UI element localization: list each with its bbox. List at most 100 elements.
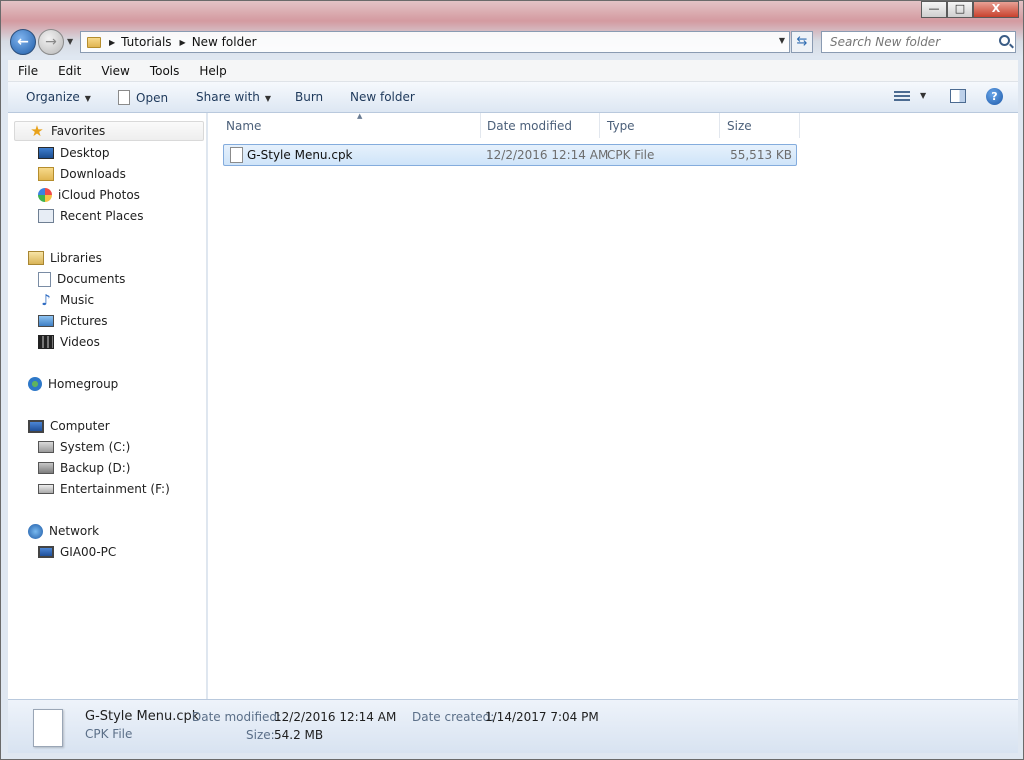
breadcrumb-tutorials[interactable]: Tutorials [121, 35, 171, 49]
menu-help[interactable]: Help [189, 64, 236, 78]
nav-item-label: Entertainment (F:) [60, 482, 170, 496]
nav-downloads[interactable]: Downloads [38, 164, 126, 184]
hard-drive-icon [38, 462, 54, 474]
nav-icloud-photos[interactable]: iCloud Photos [38, 185, 140, 205]
nav-music[interactable]: ♪ Music [38, 290, 94, 310]
organize-button[interactable]: Organize ▼ [26, 90, 91, 104]
forward-button[interactable]: → [38, 29, 64, 55]
music-note-icon: ♪ [41, 291, 51, 309]
file-icon [230, 147, 243, 163]
nav-group-label: Homegroup [48, 377, 119, 391]
document-icon [33, 709, 63, 747]
nav-pictures[interactable]: Pictures [38, 311, 108, 331]
computer-icon [28, 419, 44, 433]
nav-item-label: iCloud Photos [58, 188, 140, 202]
details-filename: G-Style Menu.cpk [85, 709, 200, 724]
details-size-label: Size: [246, 728, 275, 742]
nav-item-label: Videos [60, 335, 100, 349]
menu-edit[interactable]: Edit [48, 64, 91, 78]
film-strip-icon [38, 335, 54, 349]
navigation-pane: ★ Favorites Desktop Downloads iCloud Pho… [8, 113, 207, 699]
column-header-date-modified[interactable]: Date modified [480, 113, 600, 138]
file-list: ▲ Name Date modified Type Size G-Style M… [208, 112, 1018, 699]
folder-icon [87, 36, 101, 48]
change-view-icon[interactable] [894, 91, 910, 103]
nav-group-label: Network [49, 524, 100, 538]
address-history-dropdown-icon[interactable]: ▼ [779, 36, 785, 45]
nav-favorites-label: Favorites [51, 124, 106, 138]
open-label: Open [136, 91, 169, 105]
breadcrumb-chevron-icon[interactable]: ▶ [109, 38, 115, 47]
new-folder-button[interactable]: New folder [350, 90, 415, 104]
open-button[interactable]: Open [118, 90, 168, 105]
nav-network[interactable]: Network [28, 521, 99, 541]
nav-videos[interactable]: Videos [38, 332, 100, 352]
view-options-chevron-icon[interactable]: ▼ [920, 91, 926, 100]
sort-ascending-icon: ▲ [357, 112, 363, 120]
search-input[interactable] [822, 32, 992, 52]
details-file-type: CPK File [85, 727, 133, 741]
nav-group-label: Libraries [50, 251, 102, 265]
window-controls: — □ X [921, 1, 1019, 18]
address-bar[interactable]: ▶ Tutorials ▶ New folder ▼ [80, 31, 790, 53]
file-row[interactable]: G-Style Menu.cpk 12/2/2016 12:14 AM CPK … [223, 144, 797, 166]
nav-documents[interactable]: Documents [38, 269, 125, 289]
file-type: CPK File [607, 148, 655, 162]
network-drive-icon [38, 484, 54, 494]
network-icon [28, 523, 43, 539]
nav-item-label: Music [60, 293, 95, 307]
menu-file[interactable]: File [8, 64, 48, 78]
menu-bar: File Edit View Tools Help [8, 60, 1018, 82]
nav-group-label: Computer [50, 419, 110, 433]
help-icon[interactable]: ? [986, 88, 1003, 105]
menu-tools[interactable]: Tools [140, 64, 190, 78]
nav-drive-c[interactable]: System (C:) [38, 437, 130, 457]
details-pane: G-Style Menu.cpk CPK File Date modified:… [8, 699, 1018, 753]
details-date-created-label: Date created: [412, 710, 495, 724]
refresh-button[interactable]: ⇆ [791, 31, 813, 53]
preview-pane-icon[interactable] [950, 89, 966, 103]
column-header-name[interactable]: ▲ Name [219, 112, 481, 138]
maximize-button[interactable]: □ [947, 1, 973, 18]
breadcrumb-new-folder[interactable]: New folder [192, 35, 257, 49]
downloads-folder-icon [38, 167, 54, 181]
nav-item-label: GIA00-PC [60, 545, 117, 559]
icloud-photos-icon [38, 188, 52, 202]
pictures-icon [38, 315, 54, 327]
column-header-label: Name [226, 119, 262, 133]
search-icon[interactable] [999, 35, 1010, 46]
nav-desktop[interactable]: Desktop [38, 143, 110, 163]
nav-favorites[interactable]: ★ Favorites [14, 121, 204, 141]
nav-libraries[interactable]: Libraries [28, 248, 102, 268]
recent-pages-dropdown[interactable]: ▼ [67, 37, 73, 46]
share-with-button[interactable]: Share with ▼ [196, 90, 271, 104]
homegroup-icon [28, 377, 42, 391]
chevron-down-icon: ▼ [264, 94, 272, 103]
back-button[interactable]: ← [10, 29, 36, 55]
minimize-button[interactable]: — [921, 1, 947, 18]
nav-recent-places[interactable]: Recent Places [38, 206, 143, 226]
explorer-window: — □ X ← → ▼ ▶ Tutorials ▶ New folder ▼ ⇆… [0, 0, 1024, 760]
nav-gia00-pc[interactable]: GIA00-PC [38, 542, 116, 562]
menu-view[interactable]: View [91, 64, 139, 78]
details-date-modified: 12/2/2016 12:14 AM [274, 710, 397, 724]
desktop-icon [38, 147, 54, 159]
nav-drive-f[interactable]: Entertainment (F:) [38, 479, 170, 499]
documents-icon [38, 271, 51, 287]
nav-homegroup[interactable]: Homegroup [28, 374, 118, 394]
nav-item-label: Recent Places [60, 209, 144, 223]
file-size: 55,513 KB [730, 148, 792, 162]
breadcrumb-chevron-icon[interactable]: ▶ [180, 38, 186, 47]
burn-button[interactable]: Burn [295, 90, 323, 104]
organize-label: Organize [26, 90, 80, 104]
share-with-label: Share with [196, 90, 260, 104]
search-box[interactable] [821, 31, 1016, 53]
nav-drive-d[interactable]: Backup (D:) [38, 458, 130, 478]
column-header-size[interactable]: Size [720, 113, 800, 138]
nav-item-label: Pictures [60, 314, 108, 328]
close-button[interactable]: X [973, 1, 1019, 18]
nav-computer[interactable]: Computer [28, 416, 110, 436]
nav-item-label: Backup (D:) [60, 461, 131, 475]
column-header-type[interactable]: Type [600, 113, 720, 138]
file-date-modified: 12/2/2016 12:14 AM [486, 148, 609, 162]
